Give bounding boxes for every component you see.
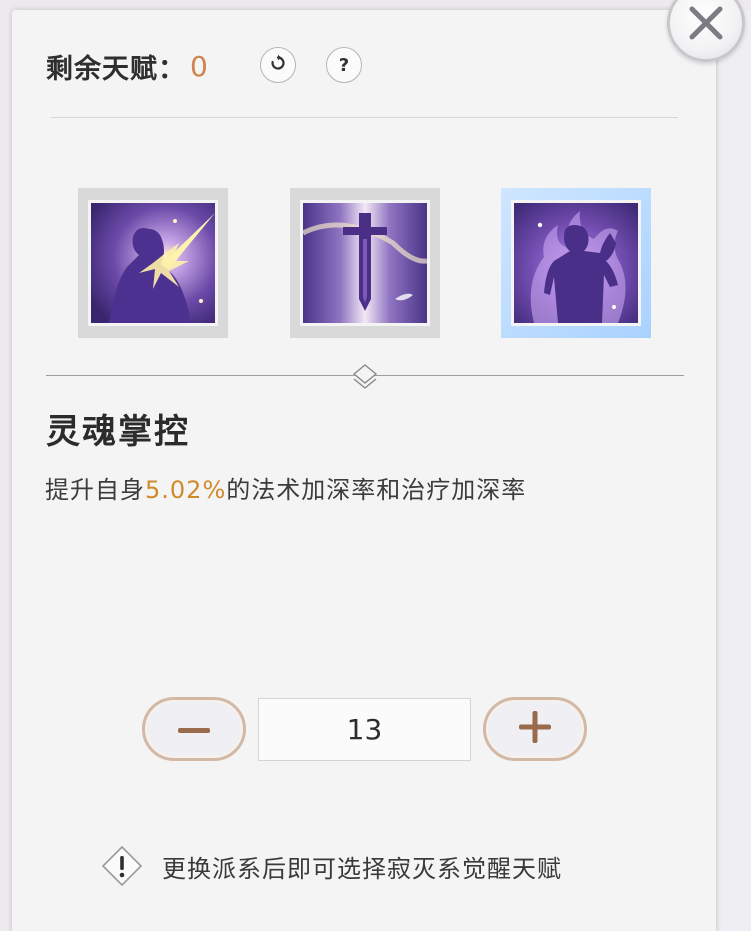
desc-value: 5.02% xyxy=(145,476,227,504)
minus-icon xyxy=(177,720,211,739)
flame-body-icon xyxy=(511,200,641,326)
remaining-value: 0 xyxy=(190,49,208,83)
divider-diamond-icon xyxy=(352,363,378,395)
skill-slot-1[interactable] xyxy=(78,188,228,338)
level-value: 13 xyxy=(258,698,471,761)
plus-icon xyxy=(518,710,552,748)
remaining-label: 剩余天赋： xyxy=(46,53,186,85)
skill-slot-3[interactable] xyxy=(501,188,651,338)
sword-icon xyxy=(300,200,430,326)
help-button[interactable]: ? xyxy=(326,47,362,83)
talent-screen: 剩余天赋： 0 ? 灵魂掌控 提升自身5.02%的法术加深率和治疗加深率 13 … xyxy=(0,0,751,931)
shatter-strike-icon xyxy=(88,200,218,326)
desc-suffix: 的法术加深率和治疗加深率 xyxy=(226,476,527,504)
warning-icon xyxy=(100,844,144,888)
remaining-talent: 剩余天赋： 0 xyxy=(46,44,208,88)
skill-description: 提升自身5.02%的法术加深率和治疗加深率 xyxy=(45,470,526,505)
increase-button[interactable] xyxy=(483,697,587,761)
desc-prefix: 提升自身 xyxy=(45,476,145,504)
reset-icon xyxy=(269,54,287,77)
decrease-button[interactable] xyxy=(142,697,246,761)
background-strip xyxy=(718,10,751,931)
reset-button[interactable] xyxy=(260,47,296,83)
help-icon: ? xyxy=(338,54,350,76)
skill-title: 灵魂掌控 xyxy=(46,412,190,452)
awakening-notice: 更换派系后即可选择寂灭系觉醒天赋 xyxy=(100,844,562,888)
skill-slot-2[interactable] xyxy=(290,188,440,338)
notice-text: 更换派系后即可选择寂灭系觉醒天赋 xyxy=(162,854,562,883)
header-divider xyxy=(51,117,678,118)
